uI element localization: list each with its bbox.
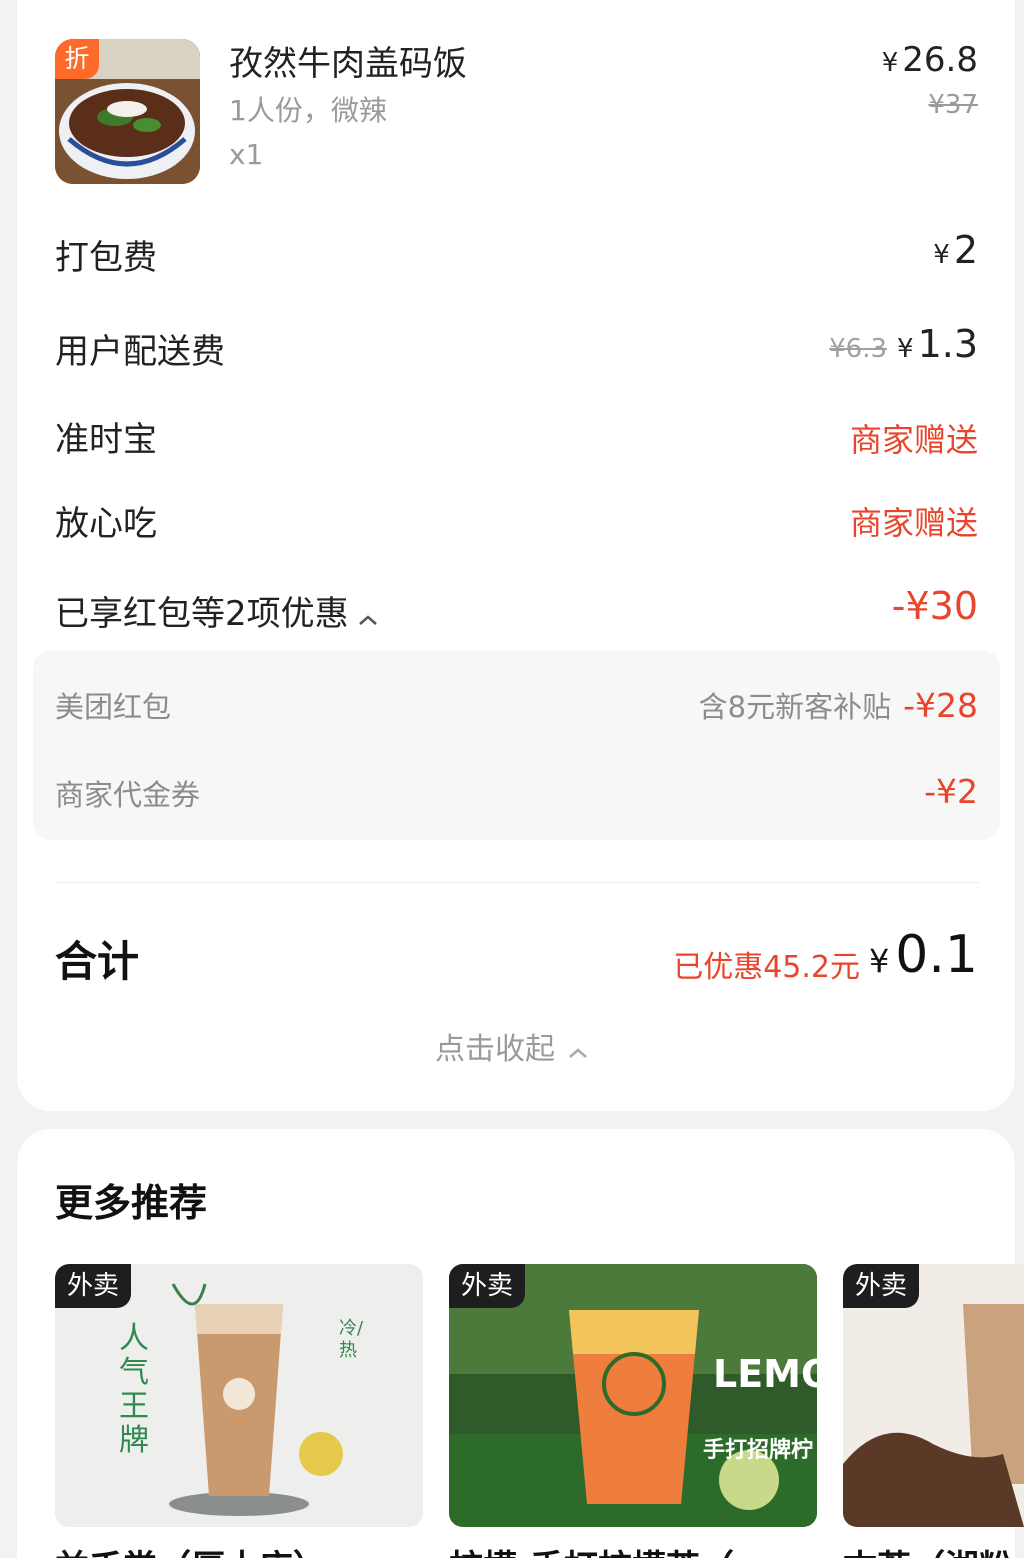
food-safety-label: 放心吃 bbox=[55, 504, 157, 544]
dish-title: 孜然牛肉盖码饭 bbox=[229, 44, 467, 84]
dish-spec: 1人份，微辣 bbox=[229, 94, 387, 127]
recommendation-card[interactable]: 外卖 bbox=[843, 1264, 1024, 1527]
poster-side-text: 冷/热 bbox=[339, 1318, 364, 1361]
chevron-up-icon bbox=[357, 596, 379, 636]
dish-quantity: x1 bbox=[229, 138, 264, 171]
total-amount: 0.1 bbox=[895, 925, 978, 985]
delivery-fee-amount: 1.3 bbox=[917, 322, 978, 366]
recommendation-name[interactable]: 古茗（湘粉 bbox=[843, 1540, 1024, 1558]
recommendations-title: 更多推荐 bbox=[55, 1181, 208, 1225]
recommendation-name[interactable]: 柠檬·手打柠檬茶（ bbox=[449, 1540, 817, 1558]
discount-summary-toggle[interactable]: 已享红包等2项优惠 bbox=[55, 586, 379, 636]
takeout-tag: 外卖 bbox=[843, 1264, 920, 1308]
dish-price-value: 26.8 bbox=[902, 40, 978, 80]
delivery-fee-original: ¥6.3 bbox=[829, 334, 888, 364]
packing-fee-amount: 2 bbox=[953, 228, 978, 272]
meituan-red-packet-label: 美团红包 bbox=[55, 690, 172, 724]
collapse-label: 点击收起 bbox=[435, 1032, 555, 1067]
discount-summary-label: 已享红包等2项优惠 bbox=[55, 594, 349, 634]
poster-subtext: 手打招牌柠 bbox=[703, 1438, 814, 1463]
poster-headline: 人气王牌 bbox=[119, 1321, 149, 1458]
merchant-voucher-value: -¥2 bbox=[924, 772, 978, 811]
divider bbox=[55, 882, 979, 883]
currency-symbol: ¥ bbox=[933, 240, 950, 270]
discount-summary-value: -¥30 bbox=[891, 584, 978, 628]
currency-symbol: ¥ bbox=[897, 334, 914, 364]
total-label: 合计 bbox=[55, 937, 140, 986]
merchant-voucher-label: 商家代金券 bbox=[55, 778, 201, 812]
new-customer-subsidy-note: 含8元新客补贴 bbox=[698, 690, 892, 724]
currency-symbol: ¥ bbox=[881, 48, 899, 78]
food-safety-value: 商家赠送 bbox=[849, 504, 978, 542]
delivery-fee-value: ¥6.3 ¥1.3 bbox=[829, 322, 978, 366]
chevron-up-icon bbox=[567, 1033, 589, 1068]
takeout-tag: 外卖 bbox=[55, 1264, 132, 1308]
on-time-guarantee-value: 商家赠送 bbox=[849, 421, 978, 459]
discount-badge: 折 bbox=[55, 39, 99, 79]
dish-original-price: ¥37 bbox=[928, 90, 978, 120]
takeout-tag: 外卖 bbox=[449, 1264, 526, 1308]
collapse-button[interactable]: 点击收起 bbox=[0, 1024, 1024, 1068]
delivery-fee-label: 用户配送费 bbox=[55, 332, 225, 372]
meituan-red-packet-value: 含8元新客补贴 -¥28 bbox=[699, 684, 978, 726]
poster-headline: LEMO bbox=[713, 1352, 817, 1396]
total-saved: 已优惠45.2元 bbox=[673, 950, 860, 985]
dish-thumbnail[interactable]: 折 bbox=[55, 39, 200, 184]
recommendation-card[interactable]: LEMO 手打招牌柠 外卖 bbox=[449, 1264, 817, 1527]
recommendation-card[interactable]: 人气王牌 冷/热 外卖 bbox=[55, 1264, 423, 1527]
currency-symbol: ¥ bbox=[868, 942, 890, 980]
packing-fee-value: ¥2 bbox=[933, 228, 978, 272]
red-packet-amount: -¥28 bbox=[903, 686, 978, 725]
total-price: ¥0.1 bbox=[869, 925, 978, 985]
dish-price: ¥26.8 bbox=[882, 40, 978, 80]
packing-fee-label: 打包费 bbox=[55, 238, 157, 278]
on-time-guarantee-label: 准时宝 bbox=[55, 420, 157, 460]
recommendation-name[interactable]: 益禾堂（厚木店） bbox=[55, 1540, 423, 1558]
